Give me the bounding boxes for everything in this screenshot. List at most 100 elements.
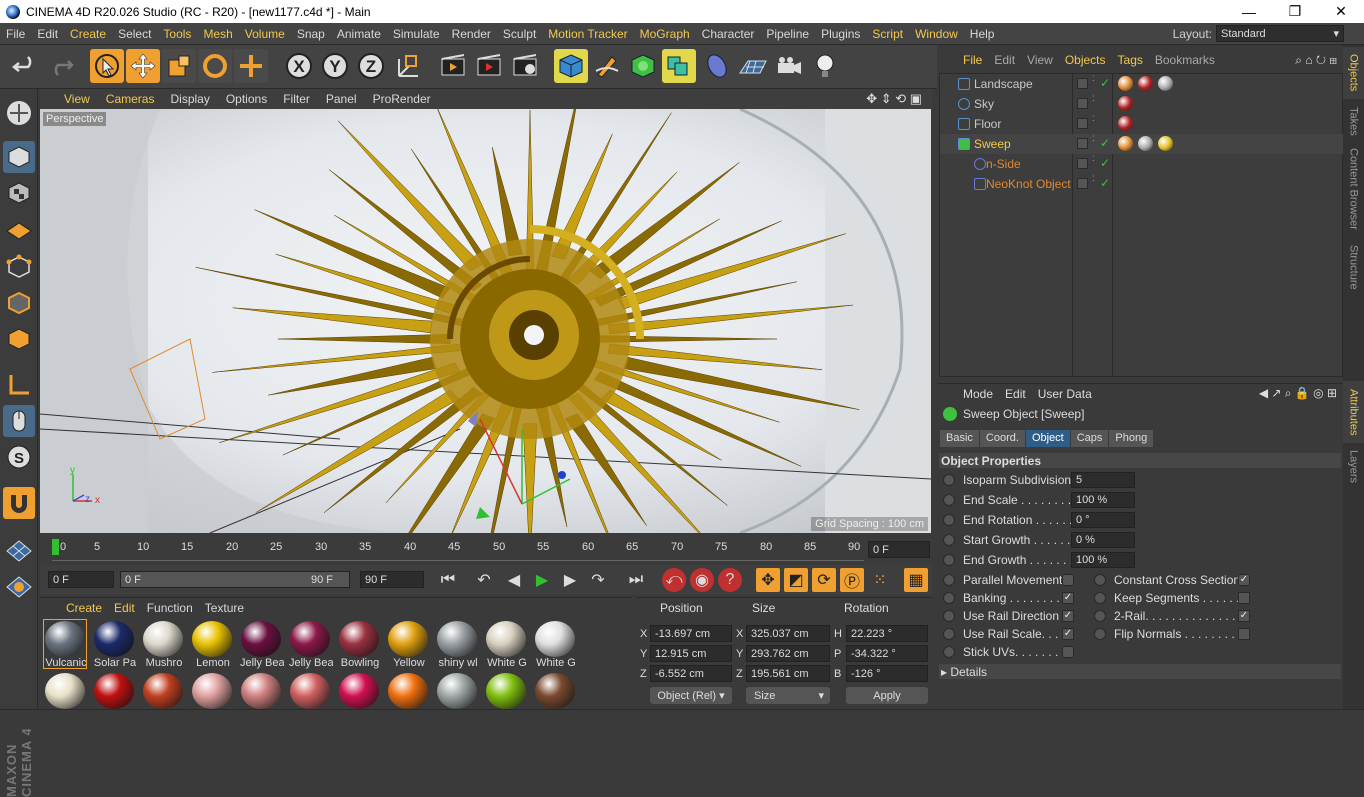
model-mode-button[interactable] — [3, 141, 35, 173]
enabled-check-icon[interactable]: ✓ — [1100, 176, 1110, 190]
side-tab-layers[interactable]: Layers — [1343, 447, 1364, 487]
animate-radio-icon[interactable] — [943, 646, 955, 658]
menu-snap[interactable]: Snap — [291, 27, 331, 41]
position-z-field[interactable]: -6.552 cm — [650, 665, 732, 682]
locked-workplane-button[interactable] — [3, 569, 35, 601]
material-swatch[interactable]: Solar Pa — [93, 620, 136, 669]
visibility-dots-icon[interactable]: : — [1092, 114, 1095, 124]
points-mode-button[interactable] — [3, 251, 35, 283]
menu-simulate[interactable]: Simulate — [387, 27, 446, 41]
cube-object-button[interactable] — [554, 49, 588, 83]
rotation-p-field[interactable]: -34.322 ° — [846, 645, 928, 662]
search-icon[interactable]: ⌕ ⌂ ↻ ⊞ — [1295, 53, 1343, 68]
layer-icon[interactable] — [1077, 118, 1088, 129]
menu-motion-tracker[interactable]: Motion Tracker — [542, 27, 633, 41]
rotation-h-field[interactable]: 22.223 ° — [846, 625, 928, 642]
tag-icon[interactable] — [1118, 116, 1133, 131]
scale-tool-button[interactable] — [162, 49, 196, 83]
floor-button[interactable] — [736, 49, 770, 83]
next-key-icon[interactable]: ↷ — [586, 568, 610, 592]
side-tab-structure[interactable]: Structure — [1343, 239, 1364, 295]
checkbox[interactable] — [1062, 646, 1074, 658]
previous-key-icon[interactable]: ↶ — [472, 568, 496, 592]
material-swatch[interactable]: White G — [534, 620, 576, 669]
animate-radio-icon[interactable] — [943, 534, 955, 546]
objects-menu-edit[interactable]: Edit — [988, 53, 1021, 67]
timeline-track[interactable]: 0 5 10 15 20 25 30 35 40 45 50 55 60 65 … — [52, 537, 864, 561]
material-menu-create[interactable]: Create — [60, 601, 108, 615]
property-value-field[interactable]: 0 ° — [1071, 512, 1135, 528]
previous-frame-icon[interactable]: ◀ — [502, 568, 526, 592]
side-tab-takes[interactable]: Takes — [1343, 103, 1364, 139]
object-row[interactable]: Landscape: ✓ — [940, 74, 1344, 94]
frame-range-slider[interactable]: 0 F 90 F — [120, 571, 350, 588]
material-swatch[interactable]: Jelly Bea — [289, 620, 333, 669]
checkbox[interactable]: ✓ — [1238, 610, 1250, 622]
tag-icon[interactable] — [1118, 76, 1133, 91]
checkbox[interactable]: ✓ — [1062, 592, 1074, 604]
start-frame-field[interactable]: 0 F — [48, 571, 114, 588]
y-axis-button[interactable]: Y — [318, 49, 352, 83]
menu-select[interactable]: Select — [112, 27, 157, 41]
layout-dropdown[interactable]: Standard ▾ — [1216, 25, 1344, 42]
objects-menu-tags[interactable]: Tags — [1112, 53, 1149, 67]
objects-menu-objects[interactable]: Objects — [1059, 53, 1112, 67]
visibility-dots-icon[interactable]: : — [1092, 174, 1095, 184]
coordinate-mode-dropdown[interactable]: Object (Rel) ▾ — [650, 687, 732, 704]
attributes-menu-edit[interactable]: Edit — [999, 387, 1032, 401]
coordinate-system-button[interactable] — [392, 49, 426, 83]
animate-radio-icon[interactable] — [943, 514, 955, 526]
material-swatch[interactable]: Mushro — [142, 620, 184, 669]
playhead-marker[interactable] — [52, 539, 59, 555]
redo-button[interactable] — [44, 49, 78, 83]
position-x-field[interactable]: -13.697 cm — [650, 625, 732, 642]
menu-sculpt[interactable]: Sculpt — [497, 27, 542, 41]
menu-create[interactable]: Create — [64, 27, 112, 41]
layer-icon[interactable] — [1077, 78, 1088, 89]
camera-button[interactable] — [772, 49, 806, 83]
position-y-field[interactable]: 12.915 cm — [650, 645, 732, 662]
viewport-menu-view[interactable]: View — [56, 92, 98, 106]
checkbox[interactable]: ✓ — [1238, 574, 1250, 586]
menu-plugins[interactable]: Plugins — [815, 27, 866, 41]
end-frame-field[interactable]: 90 F — [360, 571, 424, 588]
menu-window[interactable]: Window — [909, 27, 964, 41]
object-row[interactable]: Floor: — [940, 114, 1344, 134]
menu-render[interactable]: Render — [446, 27, 497, 41]
rotate-tool-button[interactable] — [198, 49, 232, 83]
material-swatch[interactable]: Jelly Bea — [240, 620, 284, 669]
animate-radio-icon[interactable] — [943, 610, 955, 622]
material-swatch[interactable]: Lemon — [191, 620, 233, 669]
minimize-button[interactable]: — — [1226, 0, 1272, 23]
apply-button[interactable]: Apply — [846, 687, 928, 704]
checkbox[interactable]: ✓ — [1062, 628, 1074, 640]
animate-radio-icon[interactable] — [943, 628, 955, 640]
perspective-viewport[interactable]: y z x Perspective Grid Spacing : 100 cm — [40, 109, 931, 533]
deformer-button[interactable] — [700, 49, 734, 83]
timeline-window-icon[interactable]: ▦ — [904, 568, 928, 592]
workplane-button[interactable] — [3, 533, 35, 565]
move-tool-button[interactable] — [126, 49, 160, 83]
material-swatch[interactable]: Bowling — [338, 620, 380, 669]
object-row[interactable]: Sky: — [940, 94, 1344, 114]
viewport-navigation-icons[interactable]: ✥ ⇕ ⟲ ▣ — [866, 91, 932, 107]
render-settings-button[interactable] — [508, 49, 542, 83]
property-value-field[interactable]: 5 — [1071, 472, 1135, 488]
tab-basic[interactable]: Basic — [940, 430, 979, 447]
animate-radio-icon[interactable] — [943, 474, 955, 486]
side-tab-attributes[interactable]: Attributes — [1343, 381, 1364, 443]
timeline-ruler[interactable]: 0 5 10 15 20 25 30 35 40 45 50 55 60 65 … — [40, 535, 932, 565]
animate-radio-icon[interactable] — [1094, 610, 1106, 622]
checkbox[interactable] — [1238, 628, 1250, 640]
material-swatch[interactable]: Vulcanic — [43, 619, 87, 669]
record-keys-icon[interactable]: ⤺ — [662, 568, 686, 592]
side-tab-content-browser[interactable]: Content Browser — [1343, 143, 1364, 235]
menu-character[interactable]: Character — [696, 27, 761, 41]
viewport-camera-label[interactable]: Perspective — [43, 112, 107, 126]
menu-pipeline[interactable]: Pipeline — [760, 27, 815, 41]
material-menu-texture[interactable]: Texture — [199, 601, 250, 615]
material-swatch[interactable]: Yellow — [387, 620, 429, 669]
animate-radio-icon[interactable] — [1094, 628, 1106, 640]
maximize-button[interactable]: ❐ — [1272, 0, 1318, 23]
animate-radio-icon[interactable] — [943, 592, 955, 604]
